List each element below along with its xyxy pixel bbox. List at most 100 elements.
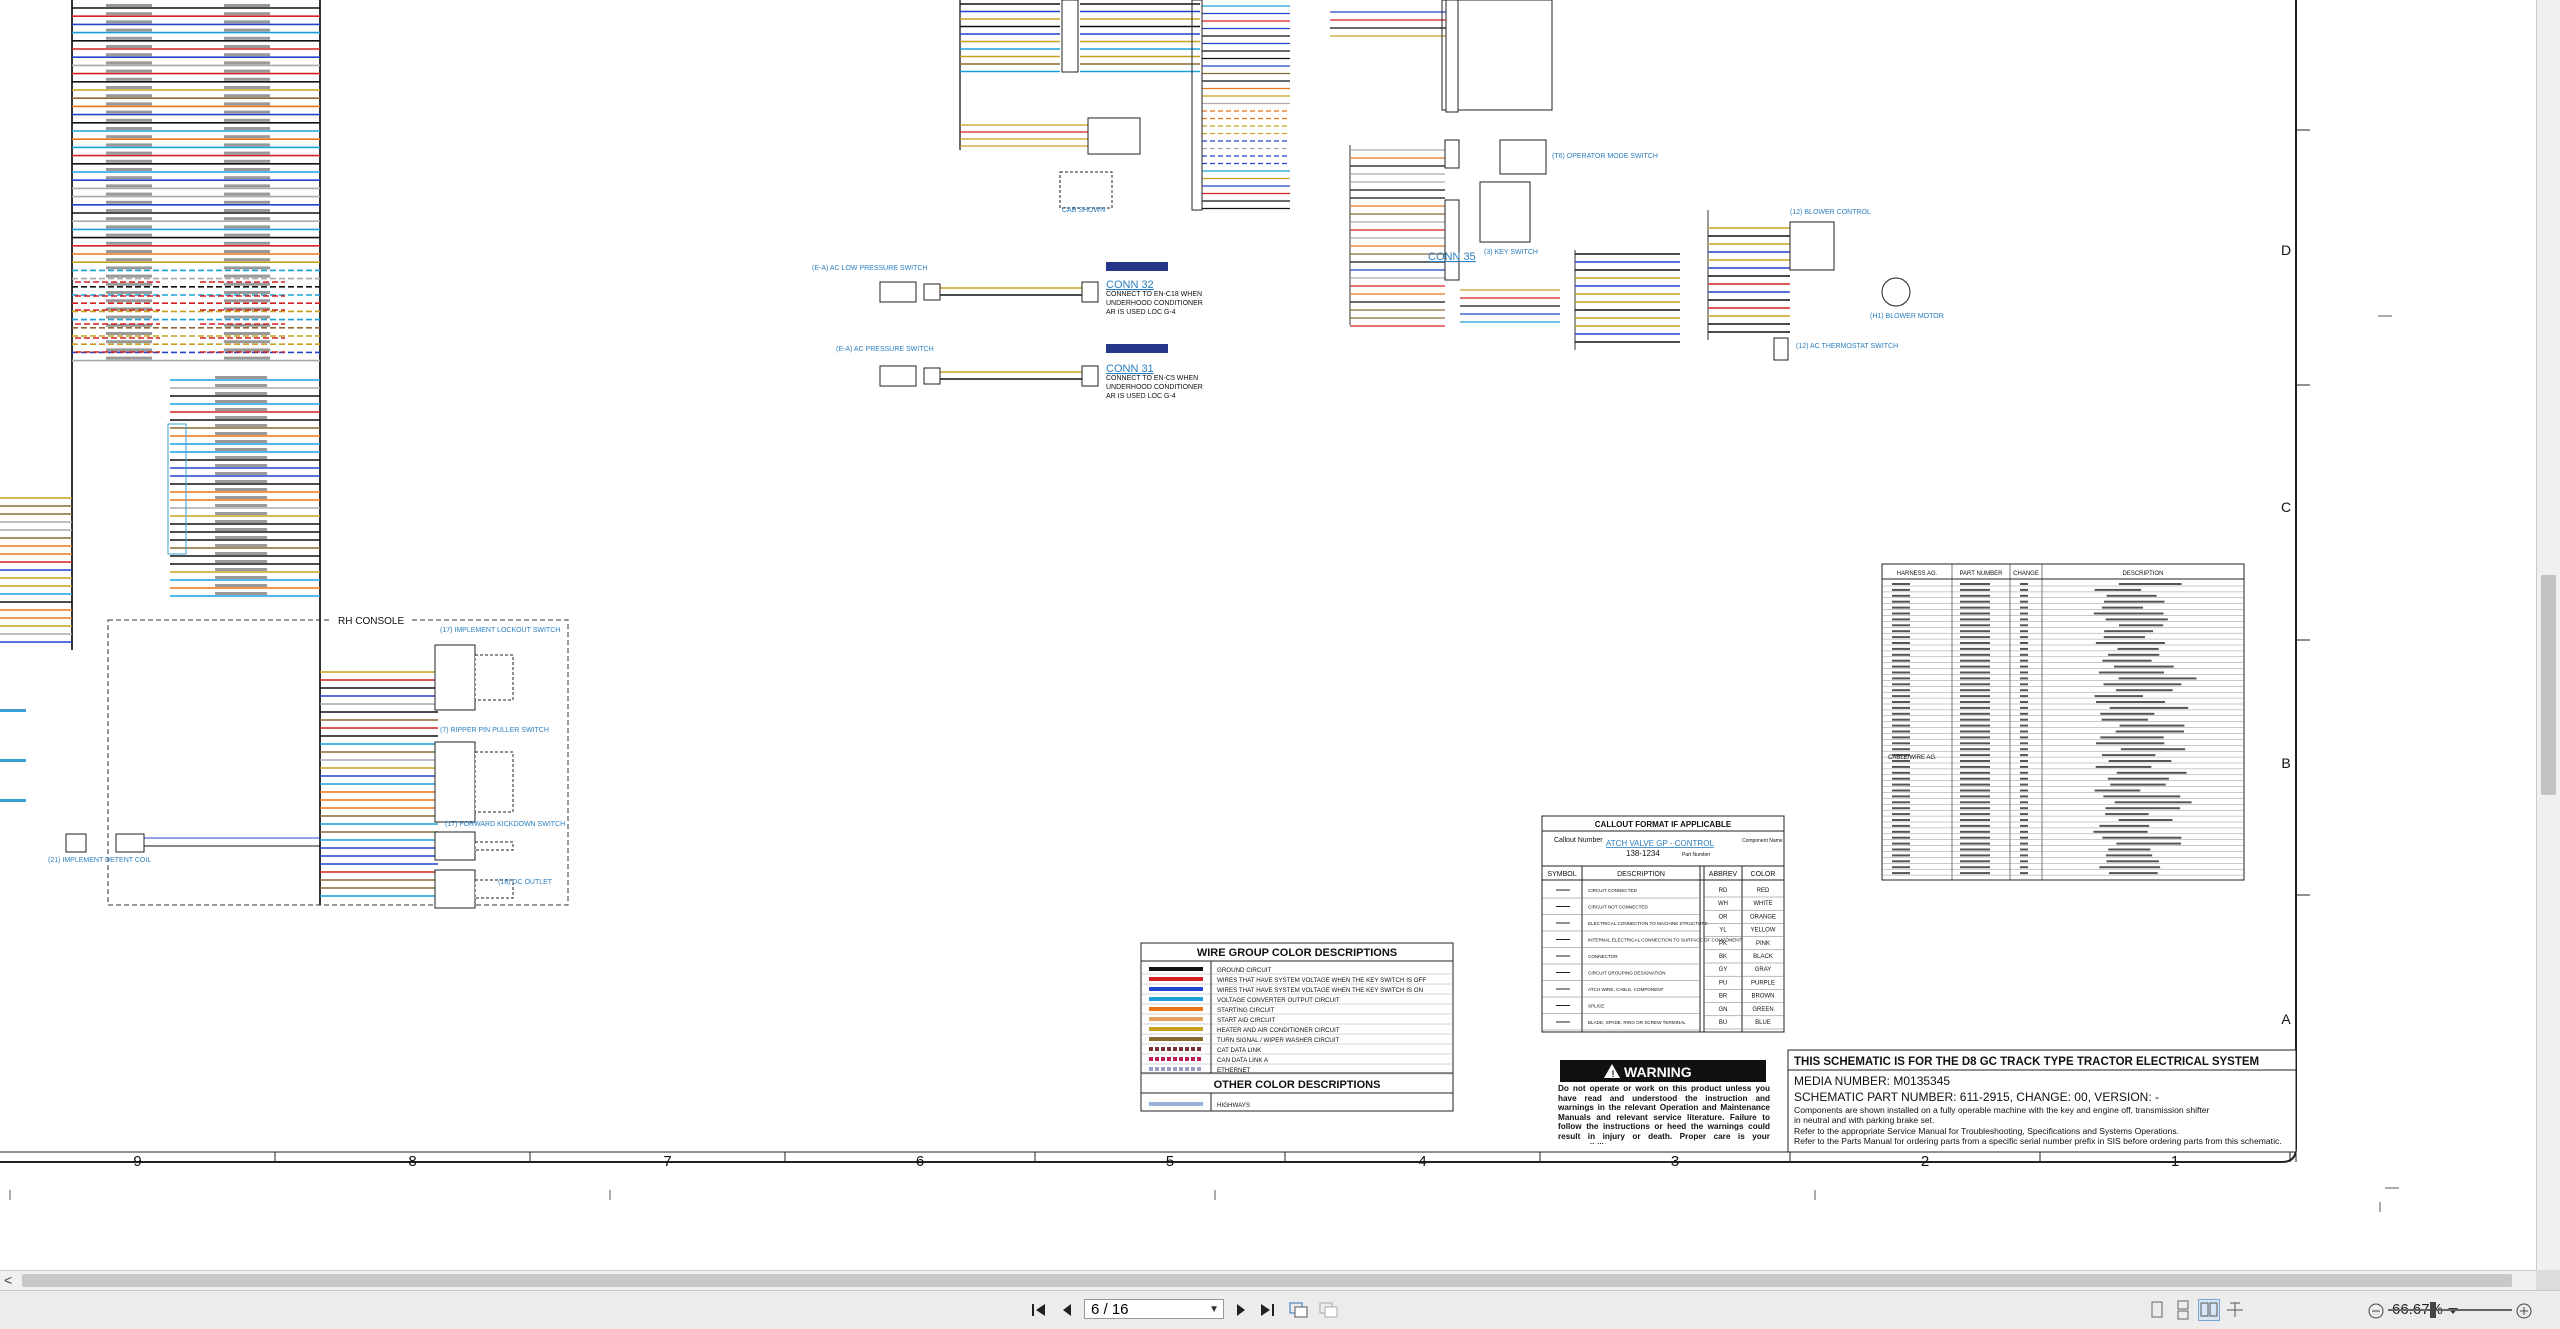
horizontal-scrollbar[interactable]: < [0, 1270, 2536, 1291]
callout-symbol-desc: BLADE, SPADE, RING OR SCREW TERMINAL [1588, 1020, 1686, 1025]
harness-cell [2102, 754, 2156, 757]
single-page-view-button[interactable] [2146, 1299, 2168, 1321]
wire-label-block [224, 4, 270, 7]
fit-width-button[interactable] [2224, 1299, 2246, 1321]
harness-cell [1892, 783, 1910, 786]
harness-cell [2020, 636, 2028, 639]
wire-label-block [215, 424, 267, 427]
wire-group-label: WIRES THAT HAVE SYSTEM VOLTAGE WHEN THE … [1217, 987, 1423, 994]
wire-label-block [215, 408, 267, 411]
harness-cell [1892, 600, 1910, 603]
two-page-view-button[interactable] [2198, 1299, 2220, 1321]
zoom-slider-track[interactable] [2388, 1309, 2512, 1311]
wire-label-block [106, 176, 152, 180]
wire-label-block [215, 456, 267, 459]
wire-label-block [106, 315, 152, 319]
snapshot-button[interactable] [1288, 1300, 1310, 1320]
harness-cell [2099, 866, 2161, 869]
harness-cell [2020, 866, 2028, 869]
zoom-in-button[interactable] [2514, 1301, 2536, 1323]
wire-label-block [106, 299, 152, 303]
harness-cell [1892, 807, 1910, 810]
harness-cell [1960, 612, 1990, 615]
vertical-scroll-thumb[interactable] [2541, 575, 2556, 795]
wire-label-block [215, 392, 267, 395]
wire-label-block [106, 151, 152, 155]
harness-cell [1960, 765, 1990, 768]
schematic-wiring [0, 0, 1790, 905]
vertical-scrollbar[interactable] [2536, 0, 2560, 1270]
wire-group-label: CAN DATA LINK A [1217, 1057, 1269, 1064]
callout-symbol-desc: CONNECTOR [1588, 954, 1618, 959]
color-abbrev: BR [1719, 994, 1728, 1000]
page-dropdown-icon[interactable]: ▼ [1209, 1300, 1219, 1320]
harness-cell [1892, 771, 1910, 774]
wire-label-block [215, 432, 267, 435]
page-number-field[interactable]: 6 / 16 ▼ [1084, 1299, 1224, 1319]
callout-symbol-desc: ELECTRICAL CONNECTION TO MACHINE STRUCTU… [1588, 921, 1708, 926]
wire-label-block [106, 192, 152, 196]
harness-cell [1892, 830, 1910, 833]
scroll-left-arrow-icon[interactable]: < [4, 1272, 12, 1288]
callout-title: CALLOUT FORMAT IF APPLICABLE [1595, 820, 1732, 829]
wire-label-block [215, 544, 267, 547]
harness-cell [2020, 712, 2028, 715]
first-page-button[interactable] [1028, 1300, 1050, 1320]
color-abbrev: PK [1719, 941, 1727, 947]
harness-cell [2100, 712, 2155, 715]
wire-label-block [224, 86, 270, 89]
harness-cell [2100, 736, 2164, 739]
harness-cell [2020, 783, 2028, 786]
wire-label-block [106, 61, 152, 65]
harness-cell [2020, 848, 2028, 851]
harness-cell [1892, 860, 1910, 863]
harness-cell [2020, 642, 2028, 644]
wire-label-block [215, 512, 267, 515]
harness-cell [1892, 636, 1910, 639]
harness-cell [1892, 836, 1910, 839]
document-viewport[interactable]: D C B A 9 8 7 6 5 4 3 2 1 RH CONSOLE (17) IMPLEMENT L… [0, 0, 2536, 1270]
wire-label-block [215, 464, 267, 467]
harness-cell [1960, 754, 1990, 757]
callout-part-number: 138-1234 [1626, 849, 1660, 858]
ripper-pin-label: (7) RIPPER PIN PULLER SWITCH [440, 727, 549, 734]
harness-cell [1892, 630, 1910, 633]
wire-group-label: GROUND CIRCUIT [1217, 967, 1272, 974]
wire-label-block [106, 127, 152, 130]
wire-label-block [224, 69, 270, 73]
blower-control [1789, 221, 1835, 271]
compare-button[interactable] [1318, 1300, 1340, 1320]
pressure-switch [879, 365, 917, 387]
horizontal-scroll-thumb[interactable] [22, 1274, 2512, 1287]
harness-cell [2020, 748, 2028, 751]
callout-color-header: COLOR [1751, 871, 1776, 878]
wire-group-label: VOLTAGE CONVERTER OUTPUT CIRCUIT [1217, 997, 1340, 1004]
harness-cell [2103, 683, 2182, 686]
harness-cell [2020, 689, 2028, 692]
harness-cell [1892, 683, 1910, 686]
harness-cell [2095, 742, 2165, 745]
callout-part-label: Part Number [1682, 852, 1711, 858]
zoom-slider-thumb[interactable] [2430, 1302, 2436, 1318]
offpage-link [0, 709, 26, 712]
previous-page-button[interactable] [1056, 1300, 1078, 1320]
wire-label-block [224, 192, 270, 196]
grid-column-label: 6 [916, 1153, 924, 1170]
callout-symbol-desc: ATCH WIRE, CABLE, COMPONENT [1588, 987, 1664, 992]
harness-cell [2020, 777, 2028, 780]
harness-cell [2108, 653, 2160, 656]
continuous-view-button[interactable] [2172, 1299, 2194, 1321]
rh-console-label: RH CONSOLE [338, 616, 404, 627]
harness-cell [2020, 618, 2028, 621]
harness-cell [2119, 624, 2164, 627]
callout-desc-header: DESCRIPTION [1617, 871, 1665, 878]
grid-column-label: 3 [1671, 1153, 1679, 1170]
last-page-button[interactable] [1256, 1300, 1278, 1320]
wire-label-block [106, 184, 152, 188]
schematic-title: THIS SCHEMATIC IS FOR THE D8 GC TRACK TY… [1794, 1056, 2259, 1068]
wire-label-block [224, 159, 270, 163]
harness-cell [2020, 706, 2028, 709]
zoom-out-button[interactable] [2366, 1301, 2388, 1323]
wire-group-label: STARTING CIRCUIT [1217, 1007, 1275, 1014]
next-page-button[interactable] [1230, 1300, 1252, 1320]
